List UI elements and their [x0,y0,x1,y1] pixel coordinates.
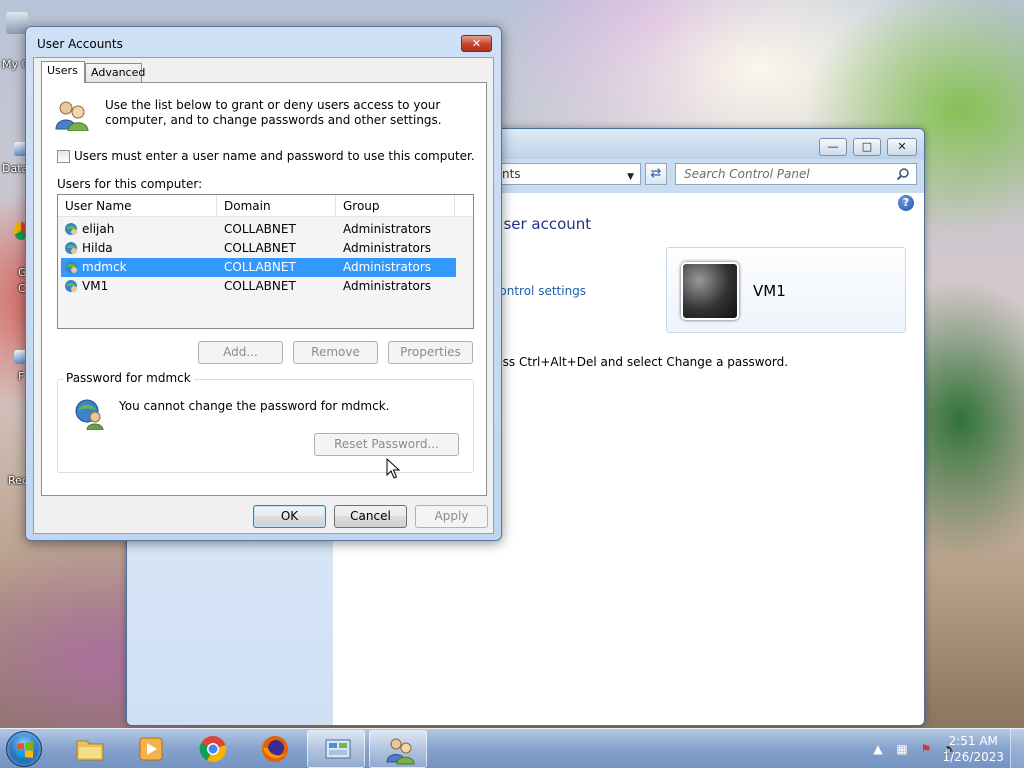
refresh-icon[interactable]: ⇄ [645,163,667,185]
account-name: VM1 [753,282,786,300]
control-panel-icon [325,739,351,759]
user-globe-icon [75,399,104,430]
must-enter-checkbox[interactable] [57,149,70,163]
table-row[interactable]: Hilda COLLABNET Administrators [61,239,456,258]
user-domain: COLLABNET [224,279,296,293]
user-group: Administrators [343,279,432,293]
desktop-icon-label: F [18,370,25,383]
folder-icon [76,740,104,761]
account-card: VM1 [666,247,906,333]
tab-users[interactable]: Users [41,61,85,83]
remove-user-button[interactable]: Remove [293,341,378,364]
user-name: VM1 [82,279,109,293]
search-icon[interactable] [896,167,910,181]
show-desktop-button[interactable] [1010,729,1024,768]
password-message: You cannot change the password for mdmck… [119,399,390,413]
add-user-button[interactable]: Add... [198,341,283,364]
users-tab-panel: Use the list below to grant or deny user… [41,82,487,496]
chrome-icon [199,736,227,763]
clock-time: 2:51 AM [948,734,998,748]
user-group: Administrators [343,222,432,236]
taskbar: ▲ ▦ ⚑ 🔈 2:51 AM 1/26/2023 [0,728,1024,768]
clock-date: 1/26/2023 [942,750,1004,764]
column-header-username[interactable]: User Name [58,195,217,217]
windows-logo-icon [17,742,33,758]
reset-password-button[interactable]: Reset Password... [314,433,459,456]
taskbar-firefox[interactable] [245,730,303,768]
minimize-button[interactable]: — [819,138,847,156]
user-account-control-link[interactable]: Control settings [491,284,586,298]
user-domain: COLLABNET [224,222,296,236]
account-picture[interactable] [681,262,739,320]
address-text: nts [502,167,521,181]
start-button[interactable] [6,731,42,767]
media-player-icon [139,737,163,761]
maximize-button[interactable]: □ [853,138,881,156]
taskbar-explorer[interactable] [60,730,118,768]
apply-button[interactable]: Apply [415,505,488,528]
password-group: Password for mdmck You cannot change the… [57,371,474,473]
taskbar-chrome[interactable] [183,730,241,768]
table-row-selected[interactable]: mdmck COLLABNET Administrators [61,258,456,277]
user-domain: COLLABNET [224,241,296,255]
search-placeholder: Search Control Panel [684,167,810,181]
show-hidden-icons-icon[interactable]: ▲ [870,741,886,757]
action-center-flag-icon[interactable]: ⚑ [918,741,934,757]
dialog-frame: Users Advanced Use the list below to gra… [33,57,494,534]
close-button[interactable]: ✕ [461,35,492,52]
list-header: User Name Domain Group [58,195,473,217]
user-group: Administrators [343,241,432,255]
user-accounts-dialog: User Accounts ✕ Users Advanced Use the l… [25,26,502,541]
user-name: elijah [82,222,115,236]
firefox-icon [262,736,288,762]
tab-advanced[interactable]: Advanced [85,63,146,82]
close-icon: ✕ [471,37,482,50]
checkbox-label: Users must enter a user name and passwor… [74,149,475,163]
mouse-cursor-icon [386,458,400,479]
close-button[interactable]: ✕ [887,138,917,156]
user-name: Hilda [82,241,113,255]
tab-label: Advanced [91,66,146,79]
users-list[interactable]: User Name Domain Group elijah COLLABNET … [57,194,474,329]
user-icon [65,280,77,292]
dialog-title: User Accounts [37,37,123,51]
table-row[interactable]: VM1 COLLABNET Administrators [61,277,456,296]
taskbar-control-panel[interactable] [307,730,365,768]
info-text: Use the list below to grant or deny user… [105,98,442,127]
table-row[interactable]: elijah COLLABNET Administrators [61,220,456,239]
network-icon[interactable]: ▦ [894,741,910,757]
user-icon [65,261,77,273]
password-group-title: Password for mdmck [63,371,194,385]
ok-button[interactable]: OK [253,505,326,528]
taskbar-user-accounts[interactable] [369,730,427,768]
search-input[interactable]: Search Control Panel [675,163,917,185]
must-enter-checkbox-row[interactable]: Users must enter a user name and passwor… [57,149,475,163]
users-list-label: Users for this computer: [57,177,203,191]
tab-label: Users [47,64,78,77]
user-icon [65,242,77,254]
column-header-group[interactable]: Group [336,195,455,217]
users-icon [55,101,89,131]
user-name: mdmck [82,260,127,274]
user-group: Administrators [343,260,432,274]
change-password-tip: press Ctrl+Alt+Del and select Change a p… [483,355,789,369]
column-header-domain[interactable]: Domain [217,195,336,217]
user-icon [65,223,77,235]
help-icon[interactable]: ? [898,195,914,211]
taskbar-media-player[interactable] [121,730,179,768]
clock[interactable]: 2:51 AM 1/26/2023 [942,733,1004,765]
chevron-down-icon[interactable]: ▼ [627,167,634,187]
cancel-button[interactable]: Cancel [334,505,407,528]
users-icon [386,738,415,765]
user-domain: COLLABNET [224,260,296,274]
properties-button[interactable]: Properties [388,341,473,364]
